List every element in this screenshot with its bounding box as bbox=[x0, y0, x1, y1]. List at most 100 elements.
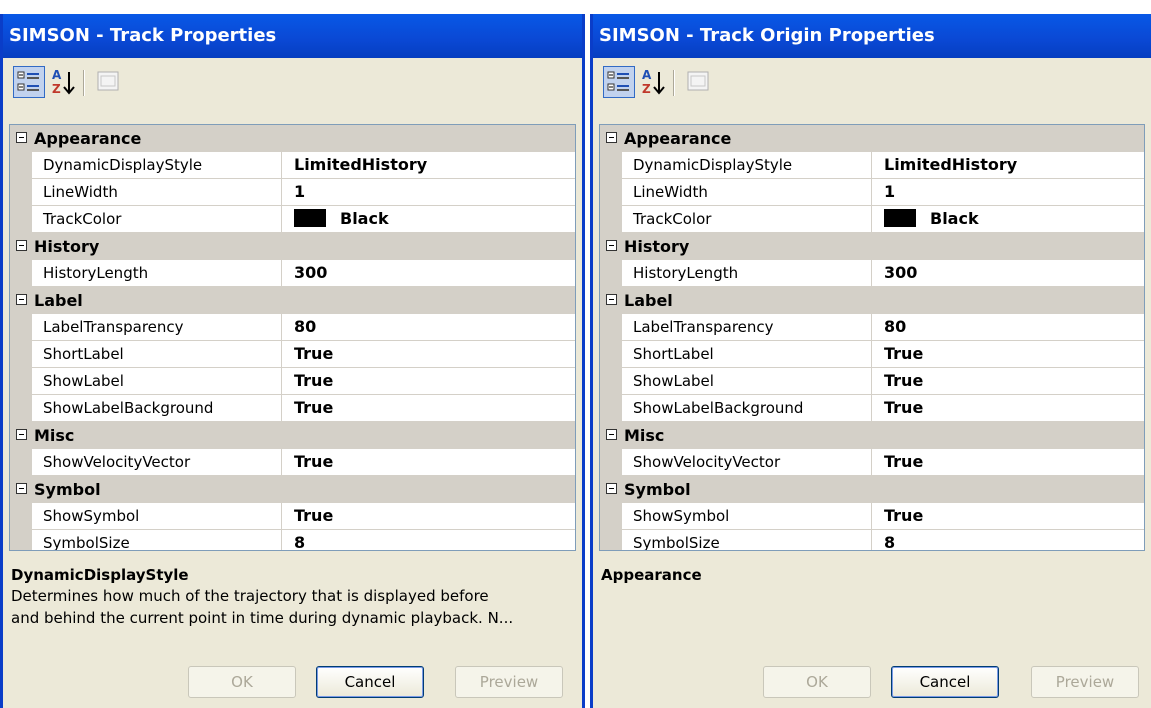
category-misc[interactable]: Misc bbox=[600, 422, 1144, 449]
property-name: ShowVelocityVector bbox=[32, 449, 282, 476]
property-row-labeltransparency[interactable]: LabelTransparency 80 bbox=[600, 314, 1144, 341]
description-title: Appearance bbox=[601, 566, 702, 584]
property-row-linewidth[interactable]: LineWidth 1 bbox=[10, 179, 575, 206]
description-title: DynamicDisplayStyle bbox=[11, 566, 189, 584]
property-name: SymbolSize bbox=[32, 530, 282, 550]
property-value[interactable]: True bbox=[282, 341, 575, 368]
property-grid[interactable]: Appearance DynamicDisplayStyle LimitedHis… bbox=[9, 124, 576, 551]
ok-button[interactable]: OK bbox=[188, 666, 296, 698]
property-name: LabelTransparency bbox=[622, 314, 872, 341]
property-row-shortlabel[interactable]: ShortLabel True bbox=[600, 341, 1144, 368]
category-symbol[interactable]: Symbol bbox=[10, 476, 575, 503]
property-name: ShowSymbol bbox=[32, 503, 282, 530]
property-value[interactable]: True bbox=[282, 503, 575, 530]
property-value[interactable]: True bbox=[872, 341, 1144, 368]
color-name: Black bbox=[340, 209, 389, 228]
property-row-dynamicdisplaystyle[interactable]: DynamicDisplayStyle LimitedHistory bbox=[10, 152, 575, 179]
property-name: LineWidth bbox=[622, 179, 872, 206]
color-swatch bbox=[294, 208, 326, 227]
property-value[interactable]: 8 bbox=[282, 530, 575, 550]
property-value[interactable]: LimitedHistory bbox=[282, 152, 575, 179]
property-value[interactable]: True bbox=[872, 503, 1144, 530]
description-text-line: and behind the current point in time dur… bbox=[11, 609, 514, 627]
property-row-showlabelbackground[interactable]: ShowLabelBackground True bbox=[600, 395, 1144, 422]
property-pages-icon[interactable] bbox=[93, 66, 125, 98]
property-value[interactable]: True bbox=[872, 368, 1144, 395]
property-name: DynamicDisplayStyle bbox=[622, 152, 872, 179]
category-symbol[interactable]: Symbol bbox=[600, 476, 1144, 503]
cancel-button[interactable]: Cancel bbox=[891, 666, 999, 698]
property-row-shortlabel[interactable]: ShortLabel True bbox=[10, 341, 575, 368]
category-label[interactable]: Label bbox=[600, 287, 1144, 314]
property-row-showlabel[interactable]: ShowLabel True bbox=[600, 368, 1144, 395]
description-text-line: Determines how much of the trajectory th… bbox=[11, 587, 489, 605]
property-row-showvelocityvector[interactable]: ShowVelocityVector True bbox=[600, 449, 1144, 476]
category-history[interactable]: History bbox=[10, 233, 575, 260]
preview-button[interactable]: Preview bbox=[1031, 666, 1139, 698]
property-name: HistoryLength bbox=[32, 260, 282, 287]
collapse-icon[interactable] bbox=[16, 483, 27, 494]
property-pages-icon[interactable] bbox=[683, 66, 715, 98]
property-value-color[interactable]: Black bbox=[872, 206, 1144, 233]
property-name: HistoryLength bbox=[622, 260, 872, 287]
collapse-icon[interactable] bbox=[16, 294, 27, 305]
property-value[interactable]: 1 bbox=[872, 179, 1144, 206]
property-row-trackcolor[interactable]: TrackColor Black bbox=[600, 206, 1144, 233]
property-value[interactable]: True bbox=[872, 395, 1144, 422]
categorized-icon[interactable] bbox=[603, 66, 635, 98]
property-value[interactable]: True bbox=[282, 449, 575, 476]
property-value[interactable]: True bbox=[282, 395, 575, 422]
property-row-linewidth[interactable]: LineWidth 1 bbox=[600, 179, 1144, 206]
property-name: TrackColor bbox=[32, 206, 282, 233]
collapse-icon[interactable] bbox=[606, 429, 617, 440]
property-name: LabelTransparency bbox=[32, 314, 282, 341]
property-row-historylength[interactable]: HistoryLength 300 bbox=[600, 260, 1144, 287]
property-name: ShowLabel bbox=[32, 368, 282, 395]
property-value[interactable]: 1 bbox=[282, 179, 575, 206]
collapse-icon[interactable] bbox=[606, 294, 617, 305]
property-row-historylength[interactable]: HistoryLength 300 bbox=[10, 260, 575, 287]
ok-button[interactable]: OK bbox=[763, 666, 871, 698]
preview-button[interactable]: Preview bbox=[455, 666, 563, 698]
property-row-showvelocityvector[interactable]: ShowVelocityVector True bbox=[10, 449, 575, 476]
property-row-showsymbol[interactable]: ShowSymbol True bbox=[600, 503, 1144, 530]
collapse-icon[interactable] bbox=[16, 132, 27, 143]
category-appearance[interactable]: Appearance bbox=[600, 125, 1144, 152]
property-name: TrackColor bbox=[622, 206, 872, 233]
property-row-showlabel[interactable]: ShowLabel True bbox=[10, 368, 575, 395]
property-value[interactable]: True bbox=[872, 449, 1144, 476]
property-row-symbolsize[interactable]: SymbolSize 8 bbox=[600, 530, 1144, 550]
property-row-showsymbol[interactable]: ShowSymbol True bbox=[10, 503, 575, 530]
property-name: SymbolSize bbox=[622, 530, 872, 550]
category-misc[interactable]: Misc bbox=[10, 422, 575, 449]
svg-text:Z: Z bbox=[642, 82, 651, 96]
property-value[interactable]: LimitedHistory bbox=[872, 152, 1144, 179]
property-row-dynamicdisplaystyle[interactable]: DynamicDisplayStyle LimitedHistory bbox=[600, 152, 1144, 179]
property-value[interactable]: True bbox=[282, 368, 575, 395]
cancel-button[interactable]: Cancel bbox=[316, 666, 424, 698]
property-value[interactable]: 300 bbox=[872, 260, 1144, 287]
property-value[interactable]: 300 bbox=[282, 260, 575, 287]
property-value[interactable]: 80 bbox=[282, 314, 575, 341]
property-grid[interactable]: Appearance DynamicDisplayStyle LimitedHis… bbox=[599, 124, 1145, 551]
property-name: ShortLabel bbox=[32, 341, 282, 368]
svg-text:A: A bbox=[52, 68, 62, 82]
property-row-showlabelbackground[interactable]: ShowLabelBackground True bbox=[10, 395, 575, 422]
collapse-icon[interactable] bbox=[16, 429, 27, 440]
collapse-icon[interactable] bbox=[606, 483, 617, 494]
property-value[interactable]: 80 bbox=[872, 314, 1144, 341]
category-label[interactable]: Label bbox=[10, 287, 575, 314]
alphabetical-sort-icon[interactable]: A Z bbox=[639, 66, 671, 98]
property-value[interactable]: 8 bbox=[872, 530, 1144, 550]
collapse-icon[interactable] bbox=[606, 132, 617, 143]
property-value-color[interactable]: Black bbox=[282, 206, 575, 233]
category-appearance[interactable]: Appearance bbox=[10, 125, 575, 152]
property-row-labeltransparency[interactable]: LabelTransparency 80 bbox=[10, 314, 575, 341]
property-row-symbolsize[interactable]: SymbolSize 8 bbox=[10, 530, 575, 550]
property-row-trackcolor[interactable]: TrackColor Black bbox=[10, 206, 575, 233]
alphabetical-sort-icon[interactable]: A Z bbox=[49, 66, 81, 98]
collapse-icon[interactable] bbox=[16, 240, 27, 251]
category-history[interactable]: History bbox=[600, 233, 1144, 260]
collapse-icon[interactable] bbox=[606, 240, 617, 251]
categorized-icon[interactable] bbox=[13, 66, 45, 98]
